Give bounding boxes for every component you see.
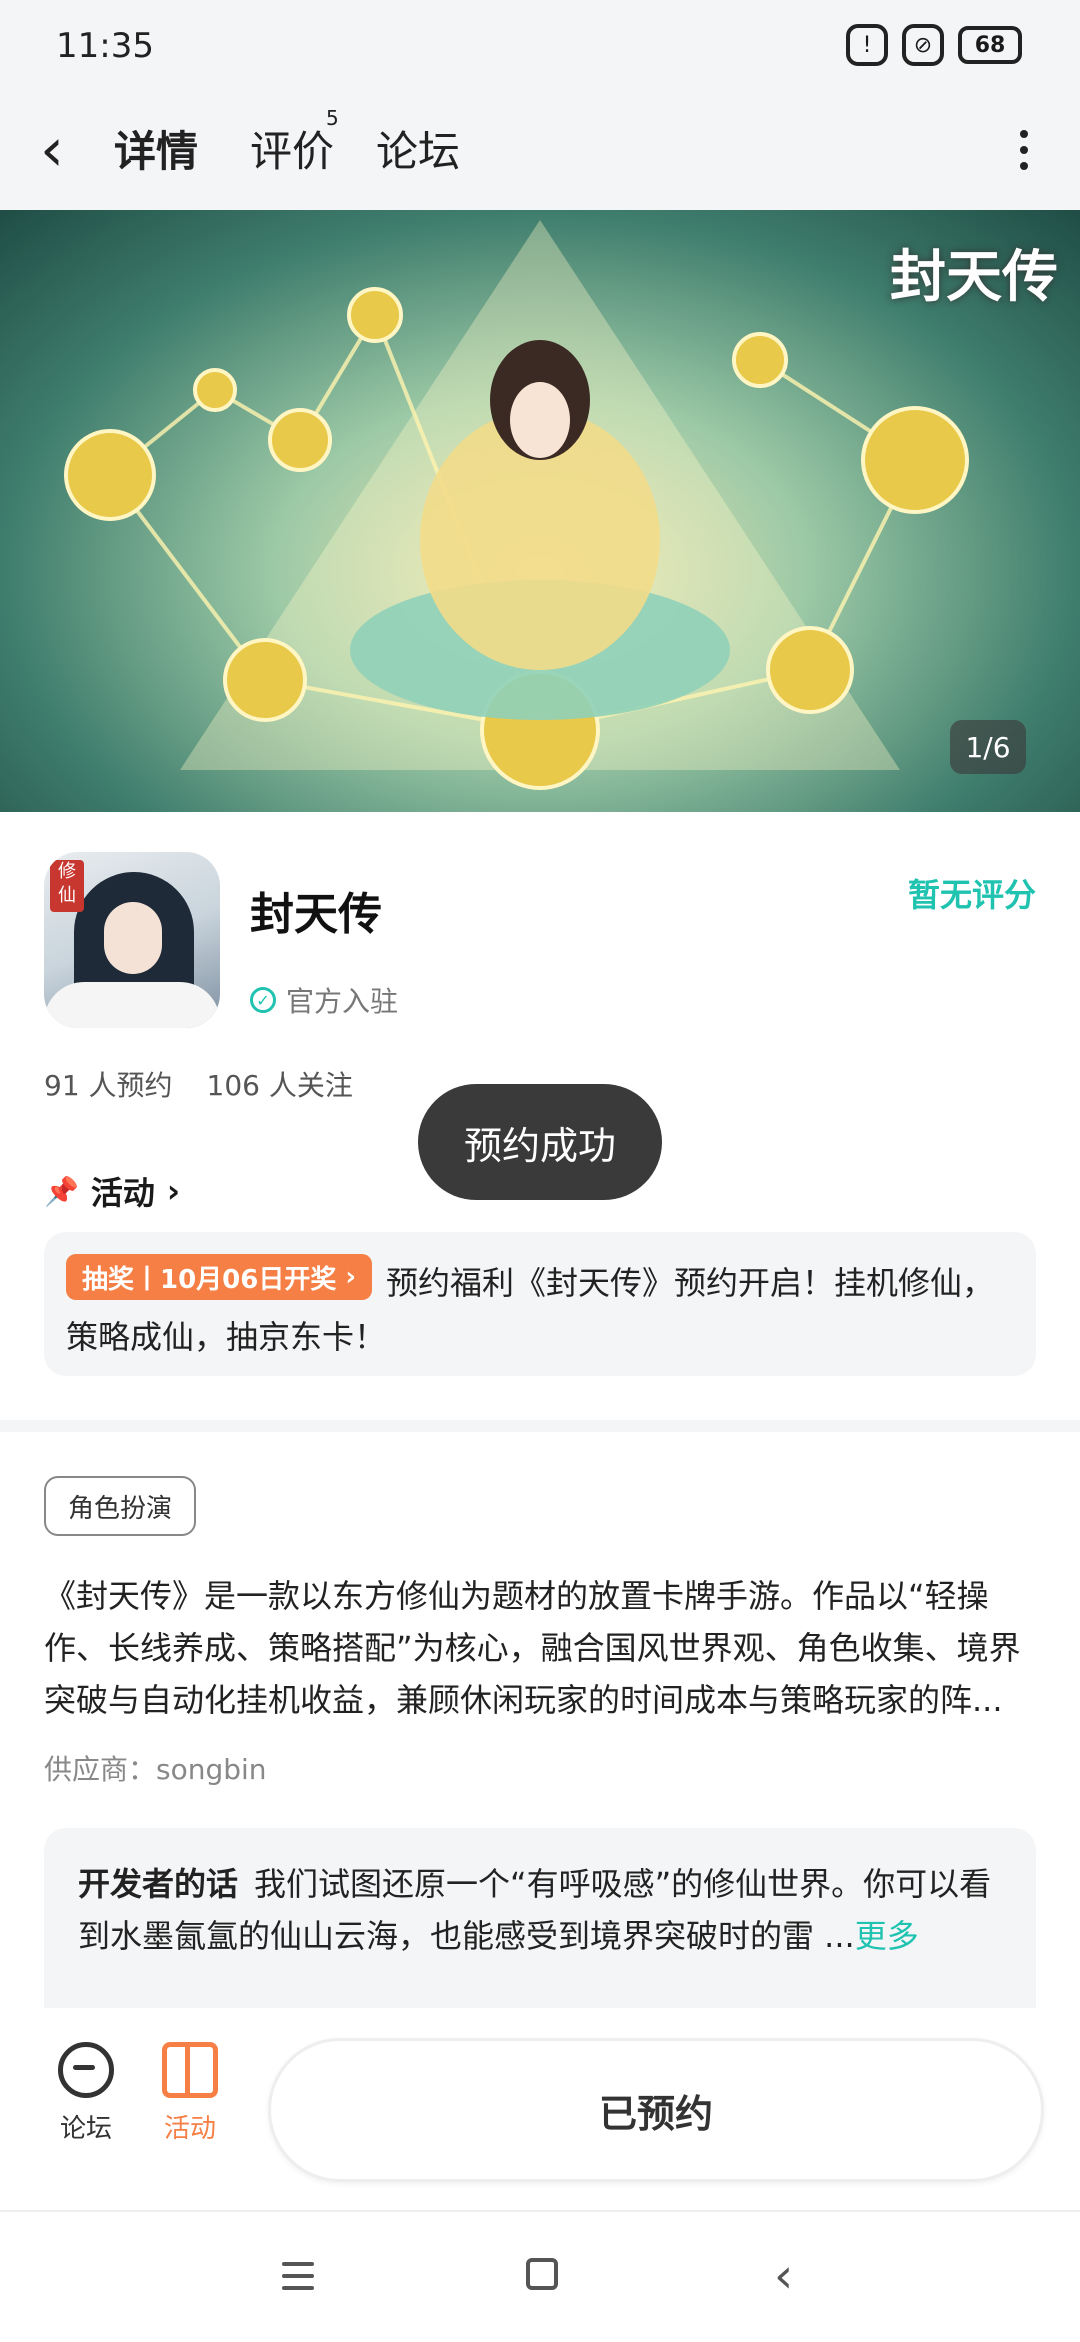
status-icons: ! ⊘ 68 bbox=[846, 24, 1022, 66]
chevron-right-icon: › bbox=[166, 1172, 181, 1210]
toast-message: 预约成功 bbox=[418, 1084, 662, 1200]
activity-text-line2: 策略成仙，抽京东卡！ bbox=[66, 1318, 387, 1356]
reservation-count: 91 人预约 bbox=[44, 1069, 173, 1102]
app-stats: 91 人预约 106 人关注 bbox=[44, 1064, 353, 1104]
activity-button[interactable]: 活动 bbox=[140, 2042, 240, 2145]
top-nav: ‹ 详情 评价 5 论坛 bbox=[0, 90, 1080, 256]
activity-text-line1: 预约福利《封天传》预约开启！挂机修仙， bbox=[386, 1264, 995, 1302]
genre-tag[interactable]: 角色扮演 bbox=[44, 1476, 197, 1536]
dnd-icon: ⊘ bbox=[902, 24, 944, 66]
game-description[interactable]: 《封天传》是一款以东方修仙为题材的放置卡牌手游。作品以“轻操作、长线养成、策略搭… bbox=[44, 1570, 1036, 1726]
section-divider bbox=[0, 1420, 1080, 1432]
home-icon[interactable] bbox=[526, 2258, 558, 2290]
reviews-count-badge: 5 bbox=[326, 106, 339, 130]
developer-note: 开发者的话 我们试图还原一个“有呼吸感”的修仙世界。你可以看到水墨氤氲的仙山云海，… bbox=[78, 1858, 1008, 1962]
activity-title: 活动 bbox=[90, 1174, 155, 1212]
official-badge: ✓ 官方入驻 bbox=[250, 980, 398, 1020]
tab-details[interactable]: 详情 bbox=[114, 118, 198, 179]
lottery-tag[interactable]: 抽奖丨10月06日开奖 › bbox=[66, 1254, 373, 1300]
banner-logo: 封天传 bbox=[890, 244, 1058, 310]
bottom-action-bar: 论坛 活动 已预约 bbox=[0, 2010, 1080, 2210]
status-bar: 11:35 ! ⊘ 68 bbox=[0, 0, 1080, 90]
activity-header[interactable]: 📌 活动 › bbox=[44, 1168, 180, 1214]
back-nav-icon[interactable]: ‹ bbox=[774, 2248, 793, 2304]
official-label: 官方入驻 bbox=[286, 985, 399, 1018]
tab-forum[interactable]: 论坛 bbox=[376, 118, 460, 179]
menu-icon[interactable] bbox=[282, 2262, 314, 2290]
forum-label: 论坛 bbox=[59, 2114, 112, 2144]
pin-icon: 📌 bbox=[44, 1174, 79, 1208]
activity-card[interactable]: 抽奖丨10月06日开奖 › 预约福利《封天传》预约开启！挂机修仙， 策略成仙，抽… bbox=[44, 1232, 1036, 1376]
gift-icon bbox=[162, 2042, 218, 2098]
app-icon: 修仙 bbox=[44, 852, 220, 1028]
battery-icon: 68 bbox=[958, 26, 1022, 64]
follower-count: 106 人关注 bbox=[206, 1069, 353, 1102]
more-options-icon[interactable] bbox=[1004, 120, 1044, 180]
status-time: 11:35 bbox=[56, 26, 154, 66]
tab-reviews[interactable]: 评价 bbox=[250, 118, 334, 179]
developer-note-card[interactable]: 开发者的话 我们试图还原一个“有呼吸感”的修仙世界。你可以看到水墨氤氲的仙山云海，… bbox=[44, 1828, 1036, 2008]
activity-label: 活动 bbox=[163, 2114, 216, 2144]
app-name: 封天传 bbox=[250, 889, 382, 940]
chevron-right-icon: › bbox=[336, 1262, 357, 1292]
forum-button[interactable]: 论坛 bbox=[36, 2042, 136, 2145]
rating-label: 暂无评分 bbox=[907, 876, 1036, 914]
carousel-page-indicator: 1/6 bbox=[950, 720, 1026, 774]
alert-icon: ! bbox=[846, 24, 888, 66]
developer-note-label: 开发者的话 bbox=[78, 1865, 239, 1903]
verified-check-icon: ✓ bbox=[250, 987, 276, 1013]
more-link[interactable]: 更多 bbox=[855, 1917, 919, 1955]
supplier-label: 供应商：songbin bbox=[44, 1753, 267, 1786]
lottery-tag-label: 抽奖丨10月06日开奖 bbox=[82, 1264, 337, 1295]
app-icon-seal: 修仙 bbox=[50, 860, 84, 912]
system-nav-bar: ‹ bbox=[0, 2210, 1080, 2342]
banner-carousel[interactable]: 封天传 1/6 bbox=[0, 210, 1080, 812]
reserved-button[interactable]: 已预约 bbox=[268, 2038, 1044, 2182]
chat-bubble-icon bbox=[58, 2042, 114, 2098]
back-icon[interactable]: ‹ bbox=[40, 120, 90, 180]
